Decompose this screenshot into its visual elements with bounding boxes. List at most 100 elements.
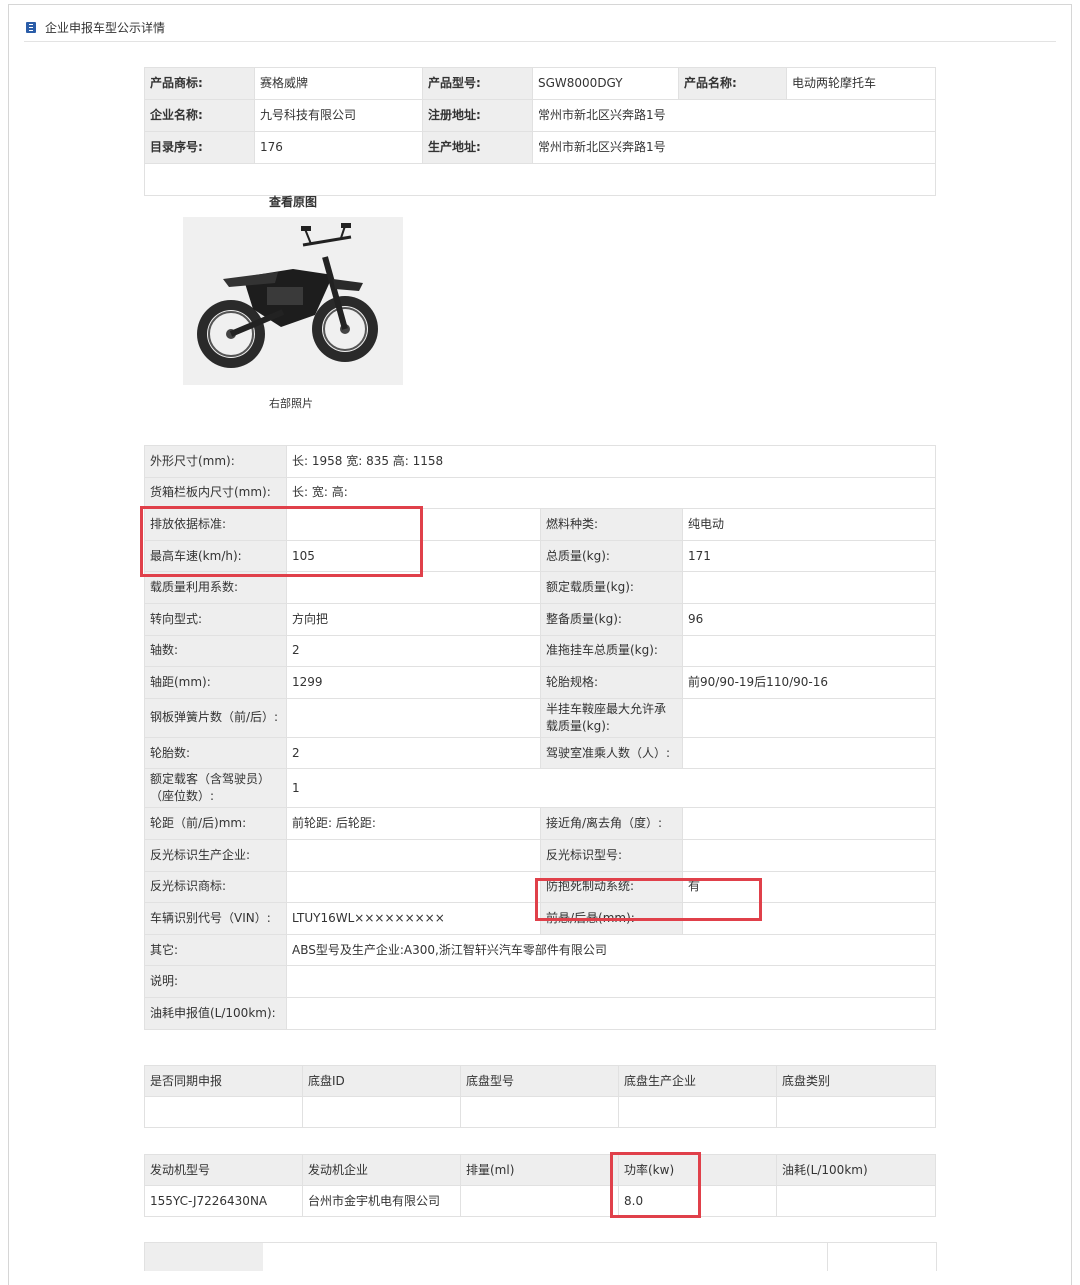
engine-model-value: 155YC-J7226430NA xyxy=(144,1185,303,1217)
chassis-cell xyxy=(302,1096,461,1128)
bottom-divider xyxy=(827,1243,828,1271)
fuel-type-value: 纯电动 xyxy=(682,508,936,541)
steering-label: 转向型式: xyxy=(144,602,287,636)
rated-load-label: 额定载质量(kg): xyxy=(540,571,683,604)
curb-mass-value: 96 xyxy=(682,602,936,636)
max-speed-value: 105 xyxy=(286,539,541,573)
load-factor-label: 载质量利用系数: xyxy=(144,571,287,604)
rated-load-value xyxy=(682,571,936,604)
leaf-spring-label: 钢板弹簧片数（前/后）: xyxy=(144,697,287,738)
cab-seats-value xyxy=(682,736,936,770)
wheelbase-value: 1299 xyxy=(286,666,541,699)
note-value xyxy=(286,965,936,998)
product-name-value: 电动两轮摩托车 xyxy=(786,67,936,100)
view-original-link[interactable]: 查看原图 xyxy=(269,194,317,211)
total-mass-label: 总质量(kg): xyxy=(540,539,683,573)
tire-spec-value: 前90/90-19后110/90-16 xyxy=(682,666,936,699)
motorcycle-photo[interactable] xyxy=(183,217,403,385)
engine-header: 发动机企业 xyxy=(302,1154,461,1186)
trailer-mass-label: 准拖挂车总质量(kg): xyxy=(540,634,683,668)
track-value: 前轮距: 后轮距: xyxy=(286,807,541,840)
leaf-spring-value xyxy=(286,697,541,738)
motorcycle-image-icon xyxy=(183,217,403,385)
wheelbase-label: 轴距(mm): xyxy=(144,666,287,699)
company-value: 九号科技有限公司 xyxy=(254,99,423,132)
outline-size-value: 长: 1958 宽: 835 高: 1158 xyxy=(286,445,936,478)
product-name-label: 产品名称: xyxy=(678,67,787,100)
other-value: ABS型号及生产企业:A300,浙江智轩兴汽车零部件有限公司 xyxy=(286,933,936,967)
engine-table: 发动机型号 发动机企业 排量(ml) 功率(kw) 油耗(L/100km) 15… xyxy=(144,1154,936,1217)
chassis-header: 底盘类别 xyxy=(776,1065,936,1097)
approach-angle-value xyxy=(682,807,936,840)
emission-std-value xyxy=(286,508,541,541)
chassis-cell xyxy=(460,1096,619,1128)
engine-header: 排量(ml) xyxy=(460,1154,619,1186)
reflector-model-label: 反光标识型号: xyxy=(540,838,683,872)
max-speed-label: 最高车速(km/h): xyxy=(144,539,287,573)
cab-seats-label: 驾驶室准乘人数（人）: xyxy=(540,736,683,770)
displacement-value xyxy=(460,1185,619,1217)
reflector-brand-value xyxy=(286,870,541,904)
engine-fuel-value xyxy=(776,1185,936,1217)
engine-company-value: 台州市金宇机电有限公司 xyxy=(302,1185,461,1217)
cargo-size-value: 长: 宽: 高: xyxy=(286,476,936,510)
emission-std-label: 排放依据标准: xyxy=(144,508,287,541)
axle-count-label: 轴数: xyxy=(144,634,287,668)
trailer-mass-value xyxy=(682,634,936,668)
brand-label: 产品商标: xyxy=(144,67,255,100)
overhang-value xyxy=(682,902,936,935)
tire-count-value: 2 xyxy=(286,736,541,770)
fuel-consumption-value xyxy=(286,996,936,1030)
chassis-table: 是否同期申报 底盘ID 底盘型号 底盘生产企业 底盘类别 xyxy=(144,1065,936,1128)
chassis-header: 是否同期申报 xyxy=(144,1065,303,1097)
cargo-size-label: 货箱栏板内尺寸(mm): xyxy=(144,476,287,510)
rated-passengers-value: 1 xyxy=(286,768,936,809)
chassis-cell xyxy=(776,1096,936,1128)
reflector-brand-label: 反光标识商标: xyxy=(144,870,287,904)
tire-spec-label: 轮胎规格: xyxy=(540,666,683,699)
bottom-table-partial xyxy=(144,1242,937,1271)
photo-cell: 查看原图 右部照片 xyxy=(144,163,936,410)
abs-label: 防抱死制动系统: xyxy=(540,870,683,904)
prod-address-value: 常州市新北区兴奔路1号 xyxy=(532,131,936,164)
chassis-header: 底盘ID xyxy=(302,1065,461,1097)
engine-header: 发动机型号 xyxy=(144,1154,303,1186)
reg-address-label: 注册地址: xyxy=(422,99,533,132)
saddle-load-label: 半挂车鞍座最大允许承载质量(kg): xyxy=(540,697,683,738)
brand-value: 赛格威牌 xyxy=(254,67,423,100)
fuel-consumption-label: 油耗申报值(L/100km): xyxy=(144,996,287,1030)
page-title: 企业申报车型公示详情 xyxy=(45,20,166,35)
overhang-label: 前悬/后悬(mm): xyxy=(540,902,683,935)
approach-angle-label: 接近角/离去角（度）: xyxy=(540,807,683,840)
chassis-header: 底盘型号 xyxy=(460,1065,619,1097)
engine-header: 油耗(L/100km) xyxy=(776,1154,936,1186)
axle-count-value: 2 xyxy=(286,634,541,668)
model-value: SGW8000DGY xyxy=(532,67,679,100)
chassis-cell xyxy=(618,1096,777,1128)
curb-mass-label: 整备质量(kg): xyxy=(540,602,683,636)
params-table: 外形尺寸(mm): 长: 1958 宽: 835 高: 1158 货箱栏板内尺寸… xyxy=(144,445,936,1030)
reflector-maker-value xyxy=(286,838,541,872)
fuel-type-label: 燃料种类: xyxy=(540,508,683,541)
rated-passengers-label: 额定载客（含驾驶员）（座位数）: xyxy=(144,768,287,809)
catalog-no-label: 目录序号: xyxy=(144,131,255,164)
chassis-header: 底盘生产企业 xyxy=(618,1065,777,1097)
model-label: 产品型号: xyxy=(422,67,533,100)
basic-info-table: 产品商标: 赛格威牌 产品型号: SGW8000DGY 产品名称: 电动两轮摩托… xyxy=(144,67,936,410)
photo-caption: 右部照片 xyxy=(269,397,313,410)
outline-size-label: 外形尺寸(mm): xyxy=(144,445,287,478)
reg-address-value: 常州市新北区兴奔路1号 xyxy=(532,99,936,132)
prod-address-label: 生产地址: xyxy=(422,131,533,164)
note-label: 说明: xyxy=(144,965,287,998)
document-icon xyxy=(26,21,36,33)
tire-count-label: 轮胎数: xyxy=(144,736,287,770)
saddle-load-value xyxy=(682,697,936,738)
abs-value: 有 xyxy=(682,870,936,904)
company-label: 企业名称: xyxy=(144,99,255,132)
engine-header: 功率(kw) xyxy=(618,1154,777,1186)
header-divider xyxy=(24,41,1056,42)
reflector-model-value xyxy=(682,838,936,872)
vin-value: LTUY16WL××××××××× xyxy=(286,902,541,935)
total-mass-value: 171 xyxy=(682,539,936,573)
catalog-no-value: 176 xyxy=(254,131,423,164)
